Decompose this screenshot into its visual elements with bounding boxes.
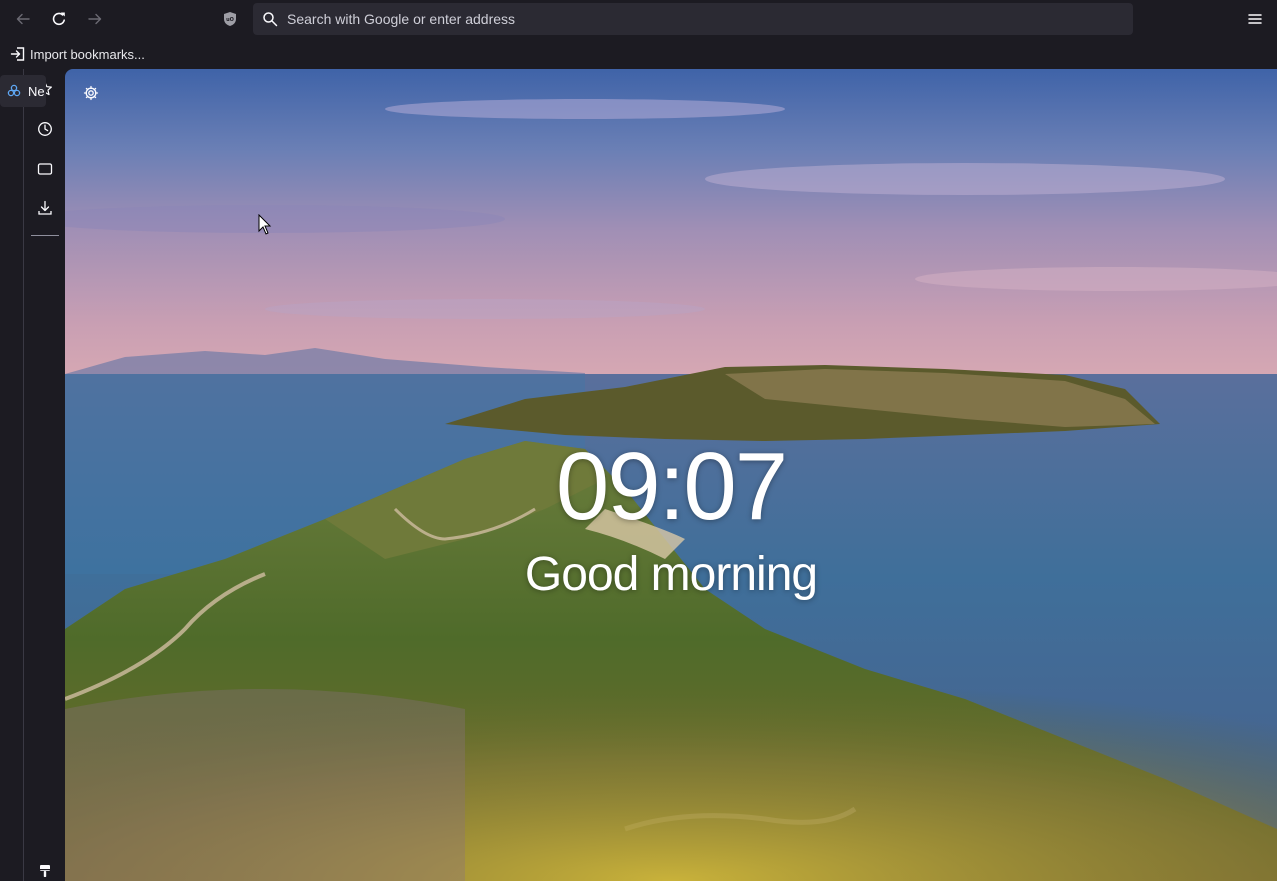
newtab-page: 09:07 Good morning: [65, 69, 1277, 881]
download-icon: [38, 200, 52, 215]
gear-icon: [83, 85, 99, 101]
vertical-tab-strip: Ne: [0, 69, 46, 881]
sidebar-customize-button[interactable]: [31, 857, 59, 881]
back-button[interactable]: [8, 4, 38, 34]
firefox-newtab-icon: [7, 84, 21, 97]
bookmarks-toolbar: Import bookmarks...: [0, 38, 1277, 69]
tab-label: Ne: [28, 83, 45, 99]
greeting: Good morning: [524, 548, 818, 601]
ublock-origin-icon: uO: [224, 12, 236, 26]
arrow-left-icon: [16, 13, 30, 25]
ublock-extension-button[interactable]: uO: [215, 4, 245, 34]
app-menu-button[interactable]: [1240, 4, 1270, 34]
sidebar-synced-tabs-button[interactable]: [31, 155, 59, 183]
clock-icon: [38, 122, 52, 136]
nav-toolbar: uO: [0, 0, 1277, 38]
import-bookmarks-label: Import bookmarks...: [30, 46, 145, 62]
url-input[interactable]: [287, 11, 1087, 27]
search-icon: [263, 12, 278, 27]
import-bookmarks-button[interactable]: Import bookmarks...: [10, 44, 145, 64]
newtab-settings-button[interactable]: [79, 81, 103, 105]
clock: 09:07: [555, 433, 788, 540]
arrow-right-icon: [88, 13, 102, 25]
reload-button[interactable]: [44, 4, 74, 34]
sidebar-history-button[interactable]: [31, 115, 59, 143]
reload-icon: [52, 12, 65, 26]
sidebar: [25, 69, 65, 881]
svg-text:uO: uO: [226, 17, 234, 23]
tab-new-tab[interactable]: Ne: [0, 75, 46, 107]
sidebar-downloads-button[interactable]: [31, 194, 59, 222]
forward-button[interactable]: [80, 4, 110, 34]
address-bar[interactable]: [253, 3, 1133, 35]
paintbrush-icon: [40, 865, 50, 877]
mouse-cursor-icon: [258, 214, 272, 235]
hamburger-menu-icon: [1248, 14, 1262, 24]
tabs-icon: [37, 163, 53, 175]
import-icon: [10, 47, 25, 61]
sidebar-separator: [31, 235, 59, 236]
